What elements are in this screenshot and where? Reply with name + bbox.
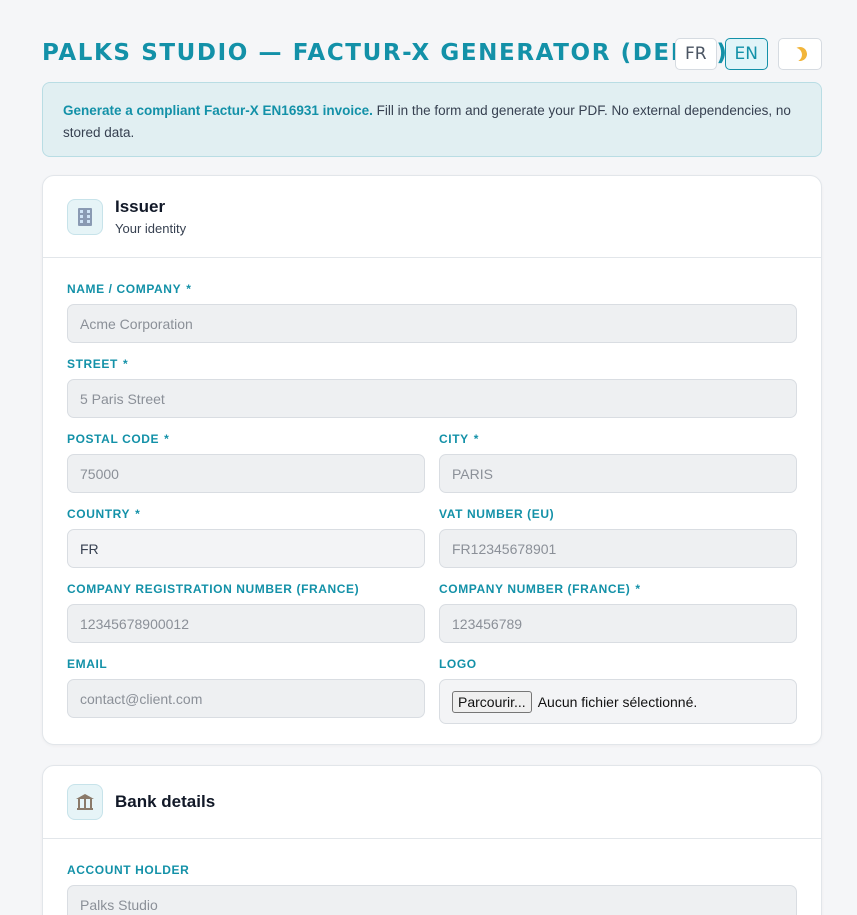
city-input[interactable]: PARIS [439, 454, 797, 493]
issuer-title: Issuer [115, 197, 166, 216]
vat-field: VAT NUMBER (EU) FR12345678901 [439, 507, 797, 568]
lang-fr-button[interactable]: FR [674, 38, 717, 70]
vat-input[interactable]: FR12345678901 [439, 529, 797, 568]
logo-field: LOGO Parcourir... Aucun fichier sélectio… [439, 657, 797, 724]
country-input[interactable]: FR [67, 529, 425, 568]
bank-card-header: Bank details [43, 766, 821, 839]
postal-code-field: POSTAL CODE * 75000 [67, 432, 425, 493]
postal-code-label: POSTAL CODE * [67, 432, 170, 446]
top-controls: FR EN [674, 38, 822, 70]
postal-code-input[interactable]: 75000 [67, 454, 425, 493]
issuer-card-header: Issuer Your identity [43, 176, 821, 258]
account-holder-field: ACCOUNT HOLDER Palks Studio [67, 863, 797, 915]
street-label: STREET * [67, 357, 129, 371]
bank-card: Bank details ACCOUNT HOLDER Palks Studio [42, 765, 822, 915]
registration-label: COMPANY REGISTRATION NUMBER (FRANCE) [67, 582, 360, 596]
street-input[interactable]: 5 Paris Street [67, 379, 797, 418]
name-input[interactable]: Acme Corporation [67, 304, 797, 343]
moon-icon [791, 45, 809, 63]
account-holder-label: ACCOUNT HOLDER [67, 863, 190, 877]
city-label: CITY * [439, 432, 480, 446]
bank-title: Bank details [115, 792, 216, 811]
file-status: Aucun fichier sélectionné. [537, 693, 698, 710]
name-field: NAME / COMPANY * Acme Corporation [67, 282, 797, 343]
company-number-label: COMPANY NUMBER (FRANCE) * [439, 582, 641, 596]
theme-toggle-button[interactable] [778, 38, 822, 70]
building-icon [67, 198, 103, 235]
browse-button[interactable]: Parcourir... [452, 690, 532, 713]
bank-icon [67, 784, 103, 820]
logo-file-input: Parcourir... Aucun fichier sélectionné. [439, 679, 797, 724]
company-number-field: COMPANY NUMBER (FRANCE) * 123456789 [439, 582, 797, 643]
registration-input[interactable]: 12345678900012 [67, 604, 425, 643]
issuer-subtitle: Your identity [115, 221, 187, 236]
email-field: EMAIL contact@client.com [67, 657, 425, 718]
banner-highlight: Generate a compliant Factur-X EN16931 in… [63, 103, 373, 118]
email-label: EMAIL [67, 657, 108, 671]
city-field: CITY * PARIS [439, 432, 797, 493]
street-field: STREET * 5 Paris Street [67, 357, 797, 418]
country-label: COUNTRY * [67, 507, 141, 521]
company-number-input[interactable]: 123456789 [439, 604, 797, 643]
vat-label: VAT NUMBER (EU) [439, 507, 555, 521]
registration-field: COMPANY REGISTRATION NUMBER (FRANCE) 123… [67, 582, 425, 643]
email-input[interactable]: contact@client.com [67, 679, 425, 718]
page: PALKS STUDIO — FACTUR-X GENERATOR (DEMO)… [0, 0, 857, 915]
country-field: COUNTRY * FR [67, 507, 425, 568]
page-title: PALKS STUDIO — FACTUR-X GENERATOR (DEMO) [42, 40, 729, 66]
name-label: NAME / COMPANY * [67, 282, 192, 296]
logo-label: LOGO [439, 657, 477, 671]
lang-en-button[interactable]: EN [724, 38, 768, 70]
info-banner: Generate a compliant Factur-X EN16931 in… [42, 82, 822, 157]
account-holder-input[interactable]: Palks Studio [67, 885, 797, 915]
issuer-card: Issuer Your identity NAME / COMPANY * Acm… [42, 175, 822, 745]
